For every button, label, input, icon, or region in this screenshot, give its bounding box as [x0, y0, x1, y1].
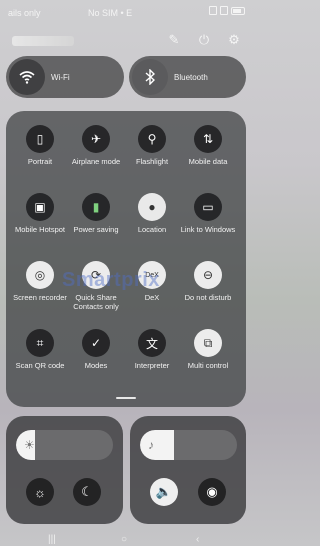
back-icon[interactable]: ‹ — [196, 534, 199, 545]
tile-scan-qr-code[interactable]: ⌗ Scan QR code — [12, 329, 68, 391]
panel-header: ✎ ⏻ ⚙ — [12, 32, 242, 50]
sound-mode-button[interactable]: 🔈 — [150, 478, 178, 506]
header-icons: ✎ ⏻ ⚙ — [166, 32, 242, 48]
navigation-bar: ||| ○ ‹ — [0, 532, 253, 546]
page-indicator — [116, 397, 136, 399]
volume-card: ♪ 🔈 ◉ — [130, 416, 246, 524]
flashlight-icon: ⚲ — [138, 125, 166, 153]
tile-label: Screen recorder — [13, 293, 67, 302]
brightness-slider[interactable]: ☀ — [16, 430, 113, 460]
watermark: Smartprix — [62, 269, 160, 291]
auto-brightness-button[interactable]: ☼ — [26, 478, 54, 506]
tile-portrait[interactable]: ▯ Portrait — [12, 125, 68, 187]
wifi-toggle[interactable]: Wi-Fi — [6, 56, 124, 98]
tile-label: Do not disturb — [184, 293, 232, 302]
tile-screen-recorder[interactable]: ◎ Screen recorder — [12, 261, 68, 323]
tile-modes[interactable]: ✓ Modes — [68, 329, 124, 391]
tile-multi-control[interactable]: ⧉ Multi control — [180, 329, 236, 391]
brightness-icon: ☀ — [24, 438, 35, 452]
tile-interpreter[interactable]: 文 Interpreter — [124, 329, 180, 391]
carrier-text: ails only — [8, 8, 41, 18]
status-bar: ails only No SIM • E — [0, 0, 253, 26]
modes-icon: ✓ — [82, 329, 110, 357]
moon-icon: ☾ — [81, 484, 93, 499]
bluetooth-label: Bluetooth — [174, 72, 208, 82]
mobile-data-icon: ⇅ — [194, 125, 222, 153]
gear-icon[interactable]: ⚙ — [226, 32, 242, 48]
tile-flashlight[interactable]: ⚲ Flashlight — [124, 125, 180, 187]
status-icons — [209, 6, 245, 15]
battery-saver-icon: ▮ — [82, 193, 110, 221]
date-blurred — [12, 36, 74, 46]
tile-label: Interpreter — [134, 361, 170, 370]
tile-label: Quick Share Contacts only — [73, 293, 119, 311]
brightness-card: ☀ ☼ ☾ — [6, 416, 123, 524]
tile-link-to-windows[interactable]: ▭ Link to Windows — [180, 193, 236, 255]
interpreter-icon: 文 — [138, 329, 166, 357]
quick-settings-grid: ▯ Portrait ✈ Airplane mode ⚲ Flashlight … — [6, 111, 246, 407]
home-icon[interactable]: ○ — [121, 534, 127, 545]
battery-icon — [231, 6, 245, 15]
tile-mobile-data[interactable]: ⇅ Mobile data — [180, 125, 236, 187]
tile-label: Scan QR code — [15, 361, 65, 370]
power-icon[interactable]: ⏻ — [196, 32, 212, 48]
speaker-icon: 🔈 — [155, 484, 173, 499]
sim-status: No SIM • E — [88, 8, 133, 18]
media-output-button[interactable]: ◉ — [198, 478, 226, 506]
tile-label: Mobile Hotspot — [14, 225, 66, 234]
volume-fill — [140, 430, 174, 460]
tile-label: DeX — [144, 293, 160, 302]
recents-icon[interactable]: ||| — [48, 534, 56, 545]
sun-icon: ☼ — [34, 484, 46, 500]
tile-label: Link to Windows — [180, 225, 236, 234]
tile-label: Mobile data — [188, 157, 228, 166]
wifi-icon — [9, 59, 45, 95]
location-icon: ● — [138, 193, 166, 221]
notification-icon — [209, 6, 217, 15]
tile-power-saving[interactable]: ▮ Power saving — [68, 193, 124, 255]
music-note-icon: ♪ — [148, 438, 154, 452]
tile-airplane-mode[interactable]: ✈ Airplane mode — [68, 125, 124, 187]
qr-code-icon: ⌗ — [26, 329, 54, 357]
tile-label: Flashlight — [135, 157, 169, 166]
tile-mobile-hotspot[interactable]: ▣ Mobile Hotspot — [12, 193, 68, 255]
multi-control-icon: ⧉ — [194, 329, 222, 357]
portrait-icon: ▯ — [26, 125, 54, 153]
tile-label: Airplane mode — [71, 157, 121, 166]
tile-label: Power saving — [73, 225, 119, 234]
volume-slider[interactable]: ♪ — [140, 430, 237, 460]
tile-label: Multi control — [187, 361, 229, 370]
tile-location[interactable]: ● Location — [124, 193, 180, 255]
bluetooth-toggle[interactable]: Bluetooth — [129, 56, 246, 98]
wifi-label: Wi-Fi — [51, 72, 70, 82]
pencil-icon[interactable]: ✎ — [166, 32, 182, 48]
dark-mode-button[interactable]: ☾ — [73, 478, 101, 506]
hotspot-icon: ▣ — [26, 193, 54, 221]
signal-icon — [220, 6, 228, 15]
tile-label: Modes — [84, 361, 108, 370]
tile-label: Portrait — [27, 157, 53, 166]
screen-recorder-icon: ◎ — [26, 261, 54, 289]
bluetooth-icon — [132, 59, 168, 95]
tile-label: Location — [137, 225, 167, 234]
airplane-icon: ✈ — [82, 125, 110, 153]
link-to-windows-icon: ▭ — [194, 193, 222, 221]
do-not-disturb-icon: ⊖ — [194, 261, 222, 289]
output-icon: ◉ — [206, 484, 218, 499]
tile-do-not-disturb[interactable]: ⊖ Do not disturb — [180, 261, 236, 323]
